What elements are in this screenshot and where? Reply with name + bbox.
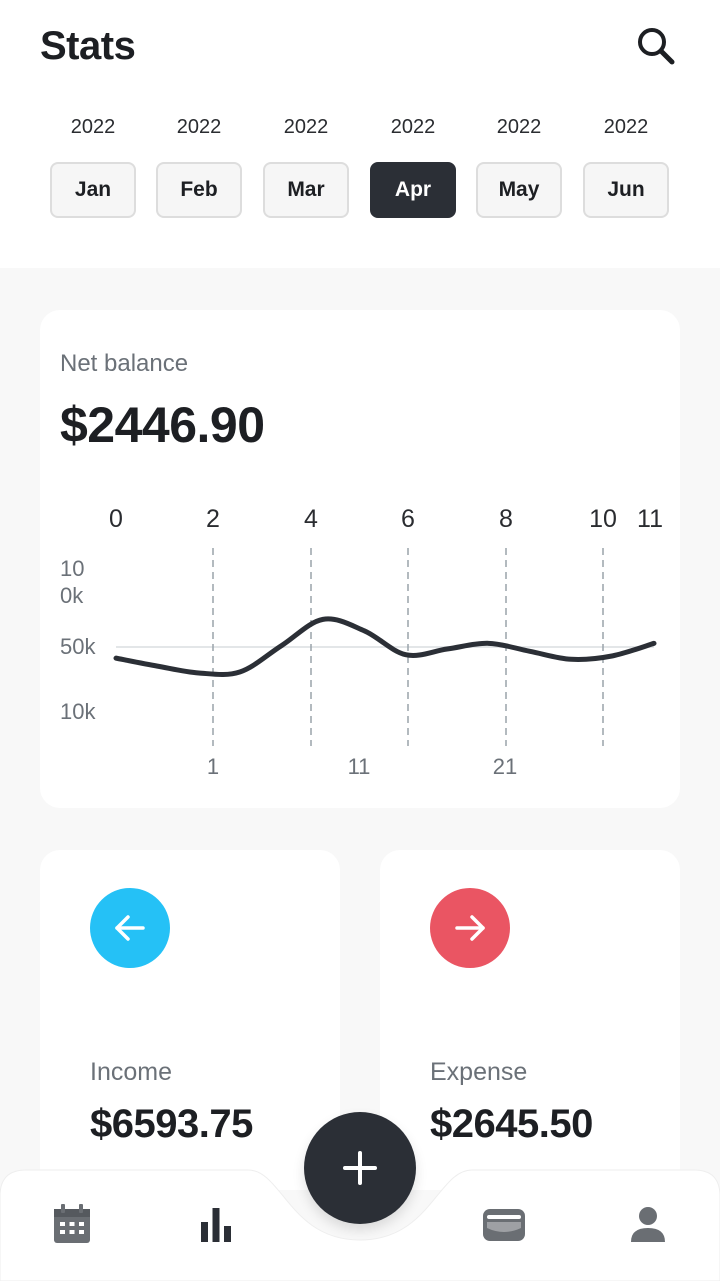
net-balance-card: Net balance $2446.90 0 2 4 6 8 10 11 10 0k 50k 10k…	[40, 310, 680, 808]
bar-chart-icon[interactable]	[192, 1200, 240, 1248]
net-balance-chart: 0 2 4 6 8 10 11100k50k10k1 11 21	[60, 505, 663, 779]
month-year: 2022	[496, 116, 542, 138]
expense-circle	[430, 888, 510, 968]
x-tick-label-top: 4	[304, 505, 318, 533]
net-balance-amount: $2446.90	[60, 397, 265, 453]
month-button[interactable]: Feb	[156, 162, 242, 218]
month-jan[interactable]: 2022 Jan	[40, 116, 146, 226]
x-tick-label-bottom: 11	[348, 754, 371, 779]
calendar-icon[interactable]	[48, 1200, 96, 1248]
month-mar[interactable]: 2022 Mar	[253, 116, 359, 226]
x-tick-label-top: 11	[637, 505, 663, 533]
expense-label: Expense	[430, 1058, 528, 1086]
month-may[interactable]: 2022 May	[466, 116, 572, 226]
month-button[interactable]: Apr	[370, 162, 456, 218]
x-tick-label-top: 6	[401, 505, 415, 533]
income-label: Income	[90, 1058, 172, 1086]
month-year: 2022	[176, 116, 222, 138]
month-year: 2022	[283, 116, 329, 138]
expense-amount: $2645.50	[430, 1102, 593, 1146]
month-feb[interactable]: 2022 Feb	[146, 116, 252, 226]
month-apr[interactable]: 2022 Apr	[360, 116, 466, 226]
month-button[interactable]: Jan	[50, 162, 136, 218]
x-tick-label-bottom: 1	[207, 754, 219, 779]
expense-card[interactable]: Expense $2645.50	[380, 850, 680, 1190]
arrow-right-icon	[455, 915, 485, 941]
add-transaction-button[interactable]	[304, 1112, 416, 1224]
month-jun[interactable]: 2022 Jun	[573, 116, 679, 226]
y-tick-label: 10	[60, 556, 84, 581]
x-tick-label-top: 8	[499, 505, 513, 533]
header-section: Stats 2022 Jan 2022 Feb 2022 Mar 2022 Ap…	[0, 0, 720, 268]
y-tick-label: 50k	[60, 634, 96, 659]
plus-icon	[343, 1151, 377, 1185]
net-balance-label: Net balance	[60, 350, 189, 377]
y-tick-label: 10k	[60, 699, 96, 724]
month-selector: 2022 Jan 2022 Feb 2022 Mar 2022 Apr 2022…	[40, 116, 680, 226]
page-title: Stats	[40, 24, 136, 68]
arrow-left-icon	[115, 915, 145, 941]
month-button[interactable]: Mar	[263, 162, 349, 218]
month-year: 2022	[390, 116, 436, 138]
income-card[interactable]: Income $6593.75	[40, 850, 340, 1190]
profile-icon[interactable]	[624, 1200, 672, 1248]
month-year: 2022	[603, 116, 649, 138]
x-tick-label-bottom: 21	[493, 754, 517, 779]
x-tick-label-top: 10	[589, 505, 617, 533]
month-button[interactable]: Jun	[583, 162, 669, 218]
income-circle	[90, 888, 170, 968]
search-icon[interactable]	[634, 24, 678, 68]
y-tick-label: 0k	[60, 583, 84, 608]
income-amount: $6593.75	[90, 1102, 253, 1146]
wallet-icon[interactable]	[480, 1200, 528, 1248]
x-tick-label-top: 2	[206, 505, 220, 533]
month-year: 2022	[70, 116, 116, 138]
month-button[interactable]: May	[476, 162, 562, 218]
x-tick-label-top: 0	[109, 505, 123, 533]
